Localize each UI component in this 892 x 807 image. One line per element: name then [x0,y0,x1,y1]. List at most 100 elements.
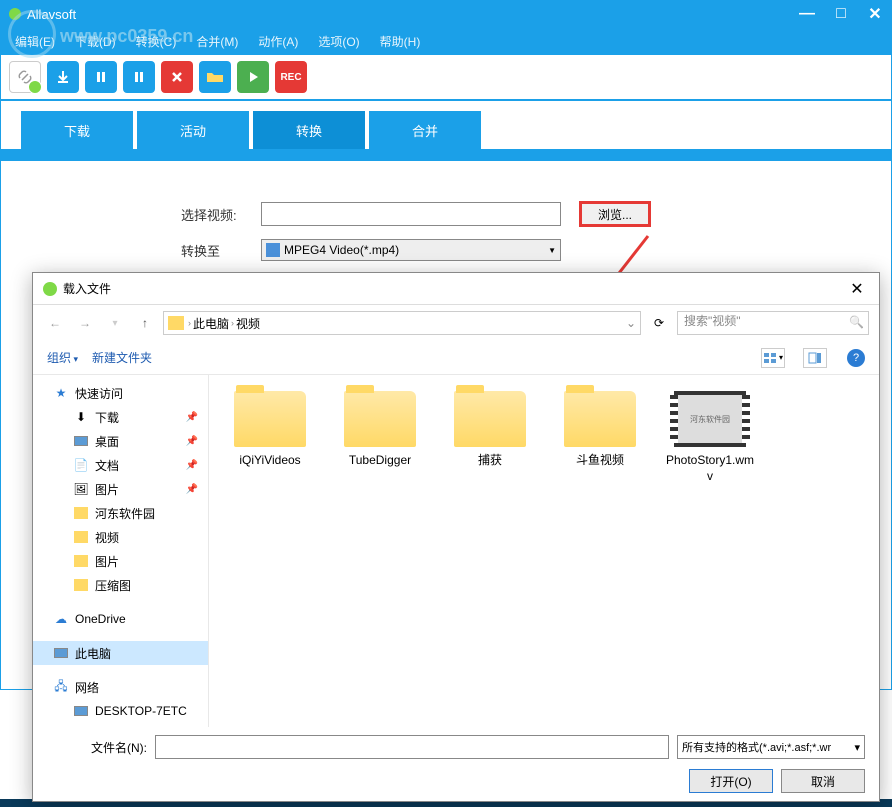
folder-icon [206,70,224,84]
file-label: iQiYiVideos [239,453,300,469]
browse-button[interactable]: 浏览... [579,201,651,227]
app-icon [9,8,21,20]
app-title: Allavsoft [27,7,799,22]
tab-convert[interactable]: 转换 [253,111,365,149]
folder-icon [73,529,89,545]
view-mode-button[interactable]: ▾ [761,348,785,368]
play-button[interactable] [237,61,269,93]
menu-convert[interactable]: 转换(C) [126,29,187,54]
sidebar-hedong[interactable]: 河东软件园 [33,501,208,525]
nav-history-button[interactable]: ▾ [103,311,127,335]
record-button[interactable]: REC [275,61,307,93]
download-icon [55,69,71,85]
window-controls: — □ ✕ [799,6,883,22]
breadcrumb[interactable]: › 此电脑 › 视频 ⌄ [163,311,641,335]
sidebar-compressed[interactable]: 压缩图 [33,573,208,597]
preview-pane-button[interactable] [803,348,827,368]
menu-merge[interactable]: 合并(M) [186,29,248,54]
nav-forward-button[interactable]: → [73,311,97,335]
picture-icon: 🖼 [73,481,89,497]
tab-merge[interactable]: 合并 [369,111,481,149]
nav-up-button[interactable]: ↑ [133,311,157,335]
sidebar-pictures2[interactable]: 图片 [33,549,208,573]
dialog-titlebar: 载入文件 ✕ [33,273,879,305]
dialog-title: 载入文件 [63,280,845,297]
breadcrumb-sep: › [231,318,234,328]
tab-download[interactable]: 下载 [21,111,133,149]
sidebar-desktop[interactable]: 桌面📌 [33,429,208,453]
organize-menu[interactable]: 组织 [47,349,78,366]
breadcrumb-item-1[interactable]: 视频 [236,315,260,332]
document-icon: 📄 [73,457,89,473]
sidebar-pictures[interactable]: 🖼图片📌 [33,477,208,501]
pc-icon [53,645,69,661]
new-folder-button[interactable]: 新建文件夹 [92,349,152,366]
folder-icon [234,391,306,447]
sidebar-this-pc[interactable]: 此电脑 [33,641,208,665]
open-button[interactable]: 打开(O) [689,769,773,793]
format-value: MPEG4 Video(*.mp4) [284,243,399,257]
video-path-input[interactable] [261,202,561,226]
format-icon [266,243,280,257]
open-folder-button[interactable] [199,61,231,93]
filename-input[interactable] [155,735,669,759]
cloud-icon: ☁ [53,611,69,627]
filename-label: 文件名(N): [47,739,147,756]
file-label: TubeDigger [349,453,411,469]
file-item-folder[interactable]: iQiYiVideos [225,391,315,484]
file-item-folder[interactable]: TubeDigger [335,391,425,484]
sidebar-onedrive[interactable]: ☁OneDrive [33,607,208,631]
folder-icon [454,391,526,447]
delete-button[interactable] [161,61,193,93]
convert-to-label: 转换至 [181,241,261,260]
help-button[interactable]: ? [847,349,865,367]
menubar: 编辑(E) 下载(D) 转换(C) 合并(M) 动作(A) 选项(O) 帮助(H… [1,27,891,55]
close-button[interactable]: ✕ [867,6,883,22]
link-icon [16,68,34,86]
file-item-folder[interactable]: 斗鱼视频 [555,391,645,484]
filetype-select[interactable]: 所有支持的格式(*.avi;*.asf;*.wr [677,735,865,759]
sidebar-desktop-device[interactable]: DESKTOP-7ETC [33,699,208,723]
add-link-button[interactable] [9,61,41,93]
pause-button[interactable] [85,61,117,93]
download-button[interactable] [47,61,79,93]
tab-activity[interactable]: 活动 [137,111,249,149]
file-label: 斗鱼视频 [576,453,624,469]
folder-icon [73,505,89,521]
breadcrumb-item-0[interactable]: 此电脑 [193,315,229,332]
pin-icon: 📌 [186,484,198,495]
nav-back-button[interactable]: ← [43,311,67,335]
sidebar-network[interactable]: 🖧网络 [33,675,208,699]
refresh-button[interactable]: ⟳ [647,311,671,335]
menu-help[interactable]: 帮助(H) [370,29,431,54]
convert-to-row: 转换至 MPEG4 Video(*.mp4) [181,239,871,261]
sidebar-quick-access[interactable]: ★快速访问 [33,381,208,405]
stop-all-button[interactable] [123,61,155,93]
file-label: PhotoStory1.wmv [665,453,755,484]
sidebar-videos[interactable]: 视频 [33,525,208,549]
dialog-nav: ← → ▾ ↑ › 此电脑 › 视频 ⌄ ⟳ 搜索"视频" [33,305,879,341]
cancel-button[interactable]: 取消 [781,769,865,793]
minimize-button[interactable]: — [799,6,815,22]
pause-icon [94,70,108,84]
dialog-close-button[interactable]: ✕ [845,279,869,299]
pc-icon [73,703,89,719]
sidebar-documents[interactable]: 📄文档📌 [33,453,208,477]
breadcrumb-dropdown[interactable]: ⌄ [626,316,636,330]
toolbar: REC [1,55,891,101]
menu-options[interactable]: 选项(O) [308,29,369,54]
format-select[interactable]: MPEG4 Video(*.mp4) [261,239,561,261]
dialog-body: ★快速访问 ⬇下载📌 桌面📌 📄文档📌 🖼图片📌 河东软件园 视频 图片 压缩图… [33,375,879,727]
titlebar: Allavsoft — □ ✕ [1,1,891,27]
sidebar: ★快速访问 ⬇下载📌 桌面📌 📄文档📌 🖼图片📌 河东软件园 视频 图片 压缩图… [33,375,209,727]
maximize-button[interactable]: □ [833,6,849,22]
menu-download[interactable]: 下载(D) [65,29,126,54]
dialog-toolbar: 组织 新建文件夹 ▾ ? [33,341,879,375]
file-item-folder[interactable]: 捕获 [445,391,535,484]
search-input[interactable]: 搜索"视频" [677,311,869,335]
menu-edit[interactable]: 编辑(E) [5,29,65,54]
select-video-row: 选择视频: 浏览... [181,201,871,227]
menu-action[interactable]: 动作(A) [248,29,308,54]
sidebar-downloads[interactable]: ⬇下载📌 [33,405,208,429]
file-item-video[interactable]: 河东软件园 PhotoStory1.wmv [665,391,755,484]
